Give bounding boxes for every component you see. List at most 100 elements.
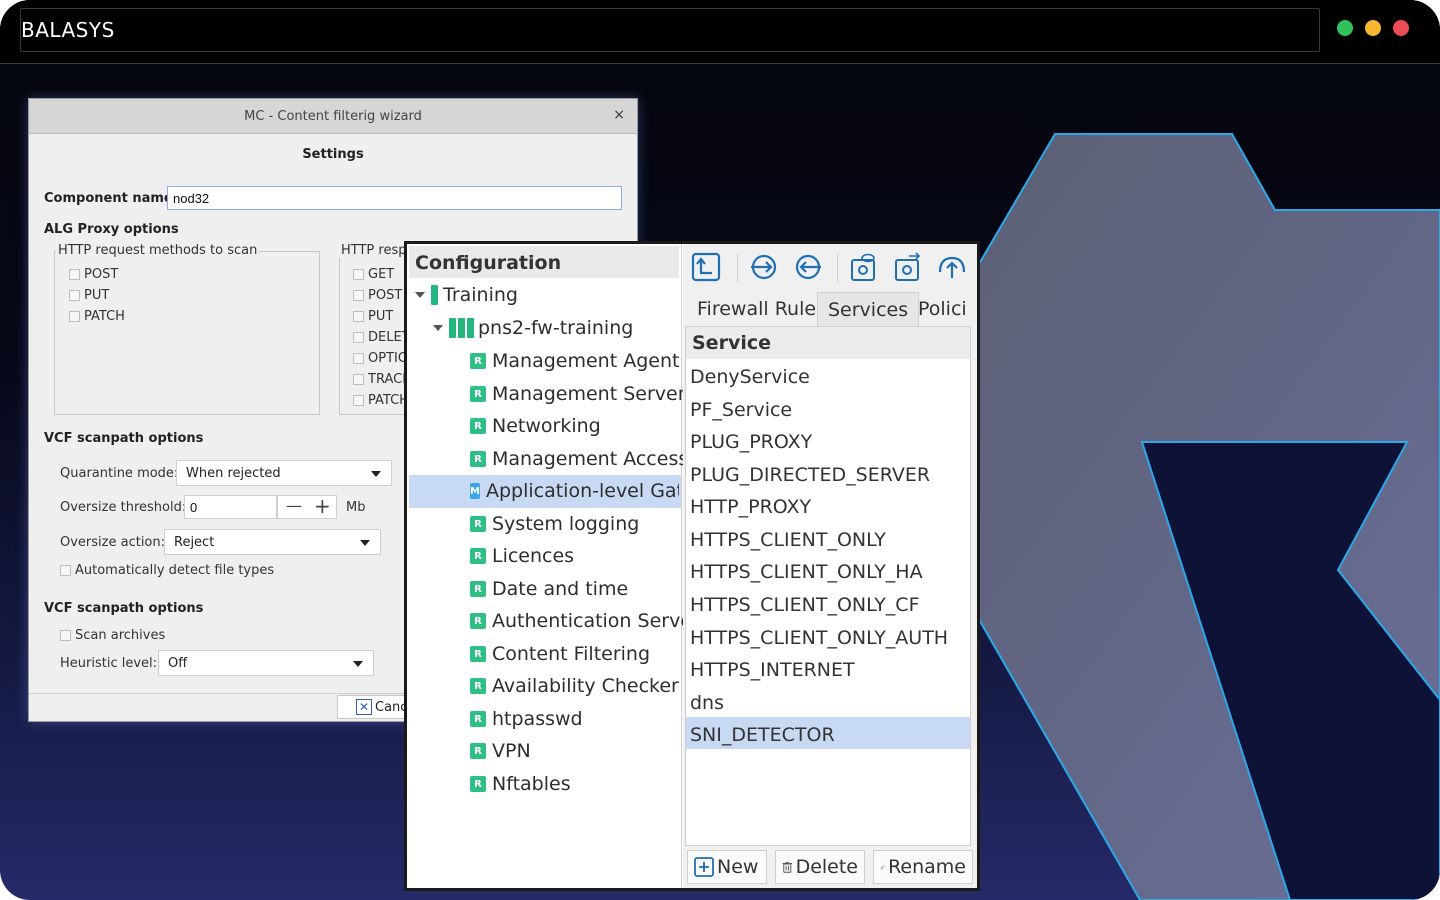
- tree-item-vpn[interactable]: R VPN: [470, 740, 531, 762]
- checkbox-icon[interactable]: [69, 269, 80, 280]
- checkbox-icon[interactable]: [353, 290, 364, 301]
- checkbox-icon[interactable]: [69, 290, 80, 301]
- component-r-icon: R: [470, 711, 486, 727]
- upload-config-icon[interactable]: [691, 252, 721, 282]
- settings-heading: Settings: [302, 147, 364, 162]
- checkbox-resp-post[interactable]: POST: [353, 288, 402, 303]
- list-item[interactable]: HTTP_PROXY: [690, 496, 811, 518]
- tree-item-management-access[interactable]: R Management Access: [470, 448, 688, 470]
- tree-item-management-agent[interactable]: R Management Agent: [470, 350, 679, 372]
- tree-item-content-filtering[interactable]: R Content Filtering: [470, 643, 650, 665]
- wizard-title: MC - Content filterig wizard: [244, 109, 422, 124]
- oversize-threshold-input[interactable]: [184, 495, 277, 519]
- tree-item-licences[interactable]: R Licences: [470, 545, 574, 567]
- tree-item-htpasswd[interactable]: Rhtpasswd: [470, 708, 583, 730]
- tree-item-authentication-server[interactable]: R Authentication Server: [470, 610, 700, 632]
- component-r-icon: R: [470, 451, 486, 467]
- component-name-label: Component name:: [44, 191, 178, 206]
- services-list: Service DenyService PF_Service PLUG_PROX…: [685, 326, 971, 846]
- expand-arrow-icon[interactable]: [415, 292, 425, 298]
- checkbox-patch[interactable]: PATCH: [69, 309, 125, 324]
- list-item[interactable]: HTTPS_INTERNET: [690, 659, 855, 681]
- oversize-stepper: — +: [277, 494, 337, 519]
- component-r-icon: R: [470, 353, 486, 369]
- toolbar-separator: [737, 254, 738, 282]
- app-frame: BALASYS MC - Content filterig wizard × S…: [0, 0, 1440, 900]
- configuration-tree-panel: Configuration Training pns2-fw-training …: [407, 244, 700, 888]
- configuration-window: Configuration Training pns2-fw-training …: [404, 241, 980, 891]
- heuristic-level-label: Heuristic level:: [60, 656, 158, 671]
- toolbar-separator: [837, 254, 838, 282]
- checkbox-icon[interactable]: [353, 395, 364, 406]
- delete-button[interactable]: Delete: [775, 850, 865, 884]
- checkbox-resp-trace[interactable]: TRACE: [353, 372, 410, 387]
- maximize-button[interactable]: [1337, 20, 1353, 36]
- list-item[interactable]: HTTPS_CLIENT_ONLY_CF: [690, 594, 920, 616]
- tab-services[interactable]: Services: [817, 292, 920, 326]
- plus-icon[interactable]: +: [314, 494, 331, 518]
- list-item[interactable]: DenyService: [690, 366, 810, 388]
- quarantine-mode-select[interactable]: When rejected: [176, 460, 392, 486]
- oversize-threshold-label: Oversize threshold:: [60, 500, 187, 515]
- tab-firewall-rules[interactable]: Firewall Rules: [687, 292, 836, 326]
- component-name-input[interactable]: [167, 186, 622, 210]
- arrow-right-circle-icon[interactable]: [749, 252, 779, 282]
- tree-item-training[interactable]: Training: [415, 284, 518, 306]
- checkbox-resp-get[interactable]: GET: [353, 267, 394, 282]
- list-item[interactable]: HTTPS_CLIENT_ONLY_AUTH: [690, 627, 948, 649]
- checkbox-icon[interactable]: [60, 630, 71, 641]
- list-item[interactable]: HTTPS_CLIENT_ONLY_HA: [690, 561, 923, 583]
- gear-view-icon[interactable]: [849, 252, 879, 282]
- list-item[interactable]: dns: [690, 692, 724, 714]
- tree-item-availability-checker[interactable]: R Availability Checker: [470, 675, 679, 697]
- oversize-action-select[interactable]: Reject: [164, 529, 381, 555]
- tree-item-nftables[interactable]: R Nftables: [470, 773, 571, 795]
- vcf-scanpath-heading-2: VCF scanpath options: [44, 601, 204, 616]
- auto-detect-checkbox[interactable]: Automatically detect file types: [60, 563, 274, 578]
- component-r-icon: R: [470, 743, 486, 759]
- cloud-upload-icon[interactable]: [937, 252, 967, 282]
- gear-transfer-icon[interactable]: [893, 252, 923, 282]
- close-button[interactable]: [1393, 20, 1409, 36]
- list-item[interactable]: PLUG_DIRECTED_SERVER: [690, 464, 930, 486]
- checkbox-icon[interactable]: [353, 353, 364, 364]
- tree-item-application-level-gateway[interactable]: MApplication-level Gatev: [470, 480, 679, 502]
- alg-proxy-options-heading: ALG Proxy options: [44, 222, 179, 237]
- checkbox-icon[interactable]: [353, 332, 364, 343]
- tree-item-management-server[interactable]: R Management Server: [470, 383, 686, 405]
- checkbox-icon[interactable]: [353, 311, 364, 322]
- checkbox-resp-put[interactable]: PUT: [353, 309, 393, 324]
- tree-item-date-and-time[interactable]: R Date and time: [470, 578, 628, 600]
- checkbox-put[interactable]: PUT: [69, 288, 109, 303]
- tree-item-host[interactable]: pns2-fw-training: [433, 317, 633, 339]
- checkbox-resp-patch[interactable]: PATCH: [353, 393, 409, 408]
- checkbox-icon[interactable]: [60, 565, 71, 576]
- minimize-button[interactable]: [1365, 20, 1381, 36]
- list-item[interactable]: PF_Service: [690, 399, 792, 421]
- tree-item-networking[interactable]: R Networking: [470, 415, 601, 437]
- list-item[interactable]: PLUG_PROXY: [690, 431, 812, 453]
- tab-policies[interactable]: Polici: [908, 292, 978, 326]
- plus-icon: [694, 857, 714, 877]
- oversize-action-label: Oversize action:: [60, 535, 166, 550]
- component-r-icon: R: [470, 613, 486, 629]
- arrow-left-circle-icon[interactable]: [793, 252, 823, 282]
- checkbox-icon[interactable]: [353, 374, 364, 385]
- checkbox-icon[interactable]: [69, 311, 80, 322]
- minus-icon[interactable]: —: [286, 496, 302, 515]
- list-item-selected[interactable]: SNI_DETECTOR: [690, 724, 835, 746]
- checkbox-post[interactable]: POST: [69, 267, 118, 282]
- tree-item-system-logging[interactable]: R System logging: [470, 513, 639, 535]
- rename-button[interactable]: Rename: [873, 850, 973, 884]
- scan-archives-checkbox[interactable]: Scan archives: [60, 628, 165, 643]
- list-item[interactable]: HTTPS_CLIENT_ONLY: [690, 529, 886, 551]
- expand-arrow-icon[interactable]: [433, 325, 443, 331]
- checkbox-resp-options[interactable]: OPTIC: [353, 351, 407, 366]
- new-button[interactable]: New: [687, 850, 767, 884]
- services-column-header[interactable]: Service: [686, 327, 970, 359]
- checkbox-icon[interactable]: [353, 269, 364, 280]
- component-r-icon: R: [470, 581, 486, 597]
- checkbox-resp-delete[interactable]: DELET: [353, 330, 410, 345]
- close-icon[interactable]: ×: [613, 107, 625, 123]
- heuristic-level-select[interactable]: Off: [158, 650, 374, 676]
